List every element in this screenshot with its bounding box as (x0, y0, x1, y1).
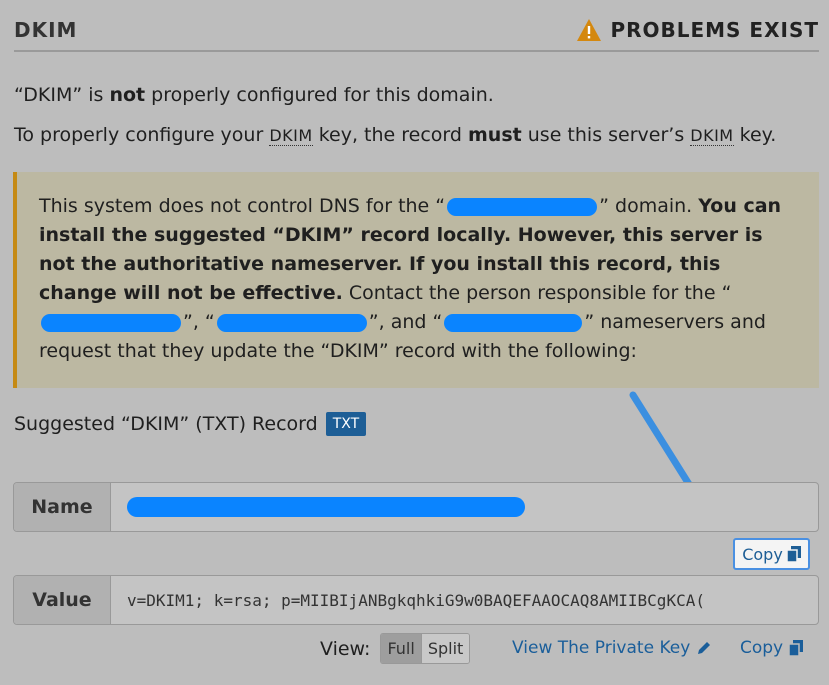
record-type-badge: TXT (325, 412, 367, 436)
view-private-key-link[interactable]: View The Private Key (512, 638, 712, 658)
copy-name-button[interactable]: Copy (733, 538, 810, 570)
view-label: View: (320, 637, 371, 660)
dkim-value-text[interactable]: v=DKIM1; k=rsa; p=MIIBIjANBgkqhkiG9w0BAQ… (111, 576, 818, 624)
copy-icon (789, 640, 804, 656)
copy-icon (786, 546, 801, 562)
value-label: Value (14, 576, 111, 624)
dkim-abbreviation: DKIM (690, 126, 734, 146)
view-toggle-row: View: Full Split (320, 633, 471, 664)
dkim-abbreviation: DKIM (269, 126, 313, 146)
status-indicator: PROBLEMS EXIST (576, 14, 819, 42)
dns-warning-alert: This system does not control DNS for the… (13, 172, 819, 388)
view-segmented-control: Full Split (380, 633, 471, 664)
config-instruction-text: To properly configure your DKIM key, the… (14, 124, 777, 146)
pencil-icon (698, 642, 711, 654)
redacted-nameserver (216, 313, 367, 332)
redacted-nameserver (41, 313, 181, 332)
warning-icon (577, 19, 602, 41)
view-split-button[interactable]: Split (421, 634, 470, 663)
config-status-text: “DKIM” is not properly configured for th… (14, 84, 494, 106)
copy-value-link[interactable]: Copy (740, 638, 804, 658)
redacted-name (127, 497, 525, 517)
view-full-button[interactable]: Full (381, 634, 422, 663)
name-field: Name (13, 482, 819, 532)
name-value[interactable] (111, 483, 818, 531)
name-label: Name (14, 483, 111, 531)
section-title: DKIM (14, 18, 78, 42)
suggested-record-heading: Suggested “DKIM” (TXT) Record TXT (14, 412, 367, 436)
status-text: PROBLEMS EXIST (610, 18, 819, 42)
section-header: DKIM PROBLEMS EXIST (14, 14, 819, 52)
redacted-nameserver (444, 313, 583, 332)
value-field: Value v=DKIM1; k=rsa; p=MIIBIjANBgkqhkiG… (13, 575, 819, 625)
redacted-domain (447, 197, 598, 216)
